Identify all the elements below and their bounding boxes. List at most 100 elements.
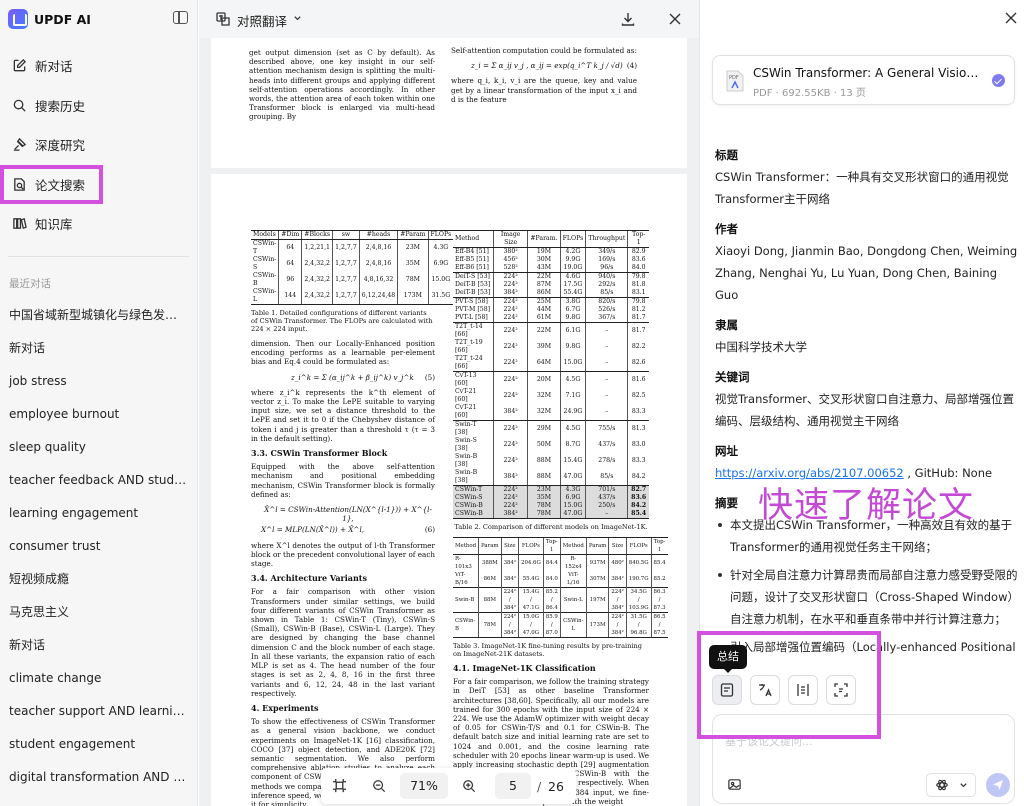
- table-row: CvT-21 [60] 384² 32M 24.9G –83.3: [453, 404, 649, 421]
- section-heading: 4.1. ImageNet-1K Classification: [453, 663, 596, 673]
- table-row: CSWin-B 78M 224² / 384² 15.0G / 47.0G 85.9 /…: [453, 612, 668, 638]
- list-item: 针对全局自注意力计算昂贵而局部自注意力感受野受限的问题，设计了交叉形状窗口（Cr…: [715, 564, 1018, 630]
- nav-item-search-history[interactable]: 搜索历史: [0, 86, 198, 126]
- list-item[interactable]: 中国省域新型城镇化与绿色发展...: [0, 299, 198, 332]
- page-column-right: Method Image Size #Param. FLOPs Throughput To…: [453, 230, 668, 806]
- paragraph: dimension. Then our Locally-Enhanced pos…: [251, 339, 435, 367]
- list-item[interactable]: digital transformation AND fi...: [0, 761, 198, 794]
- nav-item-paper-search[interactable]: 论文搜索: [0, 164, 103, 204]
- list-item[interactable]: teacher feedback AND stude...: [0, 464, 198, 497]
- equation: X^l = MLP(LN(X̂^l)) + X̂^l,: [261, 525, 365, 535]
- zoom-in-icon[interactable]: [462, 779, 476, 793]
- section-heading: 3.3. CSWin Transformer Block: [251, 448, 388, 459]
- table-row: CSWin-B 224² 78M 15.0G 250/s 84.2: [453, 502, 649, 510]
- model-select[interactable]: [926, 773, 976, 797]
- close-icon[interactable]: [1005, 12, 1017, 24]
- library-icon: [13, 218, 27, 230]
- pdf-file-icon: PDF: [726, 70, 744, 92]
- page-total: 26: [548, 779, 564, 794]
- nav-label: 知识库: [35, 217, 73, 233]
- list-item[interactable]: learning engagement: [0, 497, 198, 530]
- paragraph: Self-attention computation could be form…: [451, 46, 637, 55]
- list-item[interactable]: student engagement: [0, 728, 198, 761]
- download-icon[interactable]: [620, 11, 636, 27]
- equation-number: (6): [424, 525, 435, 535]
- list-item[interactable]: employee burnout: [0, 398, 198, 431]
- fit-page-icon[interactable]: [332, 778, 347, 793]
- list-item[interactable]: 短视频成瘾: [0, 563, 198, 596]
- updf-logo-icon: [8, 9, 28, 29]
- svg-text:PDF: PDF: [729, 75, 739, 81]
- table-row: Eff-B6 [51] 528² 43M 19.0G 96/s 84.0: [453, 264, 649, 273]
- table-row: Eff-B4 [51] 380² 19M 4.2G 349/s 82.9: [453, 247, 649, 256]
- file-card[interactable]: PDF CSWin Transformer: A General Vision …: [712, 55, 1015, 105]
- table-row: PVT-L [58] 224² 61M 9.8G 367/s 81.7: [453, 314, 649, 323]
- search-icon: [13, 99, 26, 112]
- paper-title: CSWin Transformer：一种具有交叉形状窗口的通用视觉Transfo…: [715, 170, 1009, 206]
- section-heading: 作者: [715, 222, 738, 236]
- table-row: CvT-13 [60] 224² 20M 4.5G –81.6: [453, 371, 649, 388]
- sidebar: UPDF AI 新对话 搜索历史 深度研究 论文搜索 知识库 最近对话 中国省域…: [0, 0, 198, 806]
- list-item[interactable]: consumer trust: [0, 530, 198, 563]
- list-item[interactable]: teacher support AND learnin...: [0, 695, 198, 728]
- table-3: Method Param Size FLOPs Top-1 Method Param Size…: [453, 537, 668, 638]
- list-item[interactable]: 新对话: [0, 332, 198, 365]
- equation-number: (4): [626, 61, 637, 71]
- app-name: UPDF AI: [34, 11, 91, 27]
- list-item[interactable]: 新对话: [0, 629, 198, 662]
- table-row: Swin-T [38] 224² 29M 4.5G 755/s 81.3: [453, 420, 649, 437]
- table-row: PVT-M [58] 224² 44M 6.7G 526/s 81.2: [453, 306, 649, 314]
- table-row: CSWin-B 384² 78M 47.0G –85.4: [453, 510, 649, 519]
- page-number-input[interactable]: 5: [495, 773, 531, 799]
- zoom-toolbar: 71% 5 / 26: [321, 768, 576, 804]
- table-row: Eff-B5 [51] 456² 30M 9.9G 169/s 83.6: [453, 256, 649, 264]
- sidebar-nav: 新对话 搜索历史 深度研究 论文搜索 知识库: [0, 46, 198, 244]
- page-text: get output dimension (set as C by defaul…: [249, 48, 435, 126]
- sidebar-divider: [8, 256, 189, 257]
- nav-label: 搜索历史: [35, 98, 86, 114]
- translate-mode-select[interactable]: 对照翻译: [237, 11, 287, 30]
- paper-affiliation: 中国科学技术大学: [715, 340, 807, 354]
- brand[interactable]: UPDF AI: [8, 9, 91, 29]
- overlay-annotation: 快速了解论文: [758, 486, 975, 526]
- new-chat-icon: [13, 59, 27, 72]
- paper-search-icon: [14, 177, 25, 191]
- sidebar-collapse-icon[interactable]: [173, 11, 188, 24]
- image-upload-icon[interactable]: [727, 777, 742, 792]
- send-button[interactable]: [986, 773, 1010, 797]
- chevron-down-icon[interactable]: [293, 14, 302, 23]
- table-1: Models #Dim #Blocks sw #heads #Param FLOPs CSW…: [251, 230, 454, 305]
- translate-icon[interactable]: [215, 11, 231, 27]
- table-caption: Table 2. Comparison of different models …: [454, 523, 648, 531]
- paper-keywords: 视觉Transformer、交叉形状窗口自注意力、局部增强位置编码、层级结构、通…: [715, 392, 1015, 428]
- list-item[interactable]: climate change: [0, 662, 198, 695]
- list-item[interactable]: 马克思主义: [0, 596, 198, 629]
- section-heading: 关键词: [715, 370, 750, 384]
- check-icon: [992, 74, 1005, 87]
- list-item[interactable]: sleep quality: [0, 431, 198, 464]
- zoom-level[interactable]: 71%: [400, 773, 448, 799]
- section-heading: 4. Experiments: [251, 702, 319, 713]
- summary-content: 标题 CSWin Transformer：一种具有交叉形状窗口的通用视觉Tran…: [715, 144, 1018, 664]
- table-row: CSWin-T 224² 23M 4.3G 701/s 82.7: [453, 485, 649, 494]
- file-name: CSWin Transformer: A General Vision Tr..…: [753, 66, 983, 80]
- list-item[interactable]: job stress: [0, 365, 198, 398]
- nav-item-new-chat[interactable]: 新对话: [0, 46, 198, 86]
- nav-label: 新对话: [35, 59, 73, 75]
- nav-item-knowledge-base[interactable]: 知识库: [0, 204, 198, 244]
- section-heading: 标题: [715, 148, 738, 162]
- page-column-left: Models #Dim #Blocks sw #heads #Param FLOPs CSW…: [251, 230, 454, 806]
- table-row: T2T_t-19 [66] 224² 39M 9.8G –82.2: [453, 339, 649, 355]
- file-meta: PDF · 692.55KB · 13 页: [753, 88, 866, 99]
- zoom-out-icon[interactable]: [372, 779, 386, 793]
- recent-list: 中国省域新型城镇化与绿色发展... 新对话 job stress employe…: [0, 299, 198, 794]
- section-heading: 隶属: [715, 318, 738, 332]
- paragraph: Equipped with the above self-attention m…: [251, 462, 435, 499]
- table-row: DeiT-B [53] 224² 87M 17.5G 292/s 81.8: [453, 281, 649, 289]
- table-row: ViT-B/16 86M 384² 55.4G 84.0 ViT-L/16 307M 384²…: [455, 571, 668, 588]
- research-icon: [13, 138, 27, 152]
- nav-item-deep-research[interactable]: 深度研究: [0, 125, 198, 165]
- page-text: Self-attention computation could be form…: [451, 46, 637, 108]
- table-row: Swin-S [38] 224² 50M 8.7G 437/s 83.0: [453, 437, 649, 453]
- close-icon[interactable]: [668, 12, 682, 26]
